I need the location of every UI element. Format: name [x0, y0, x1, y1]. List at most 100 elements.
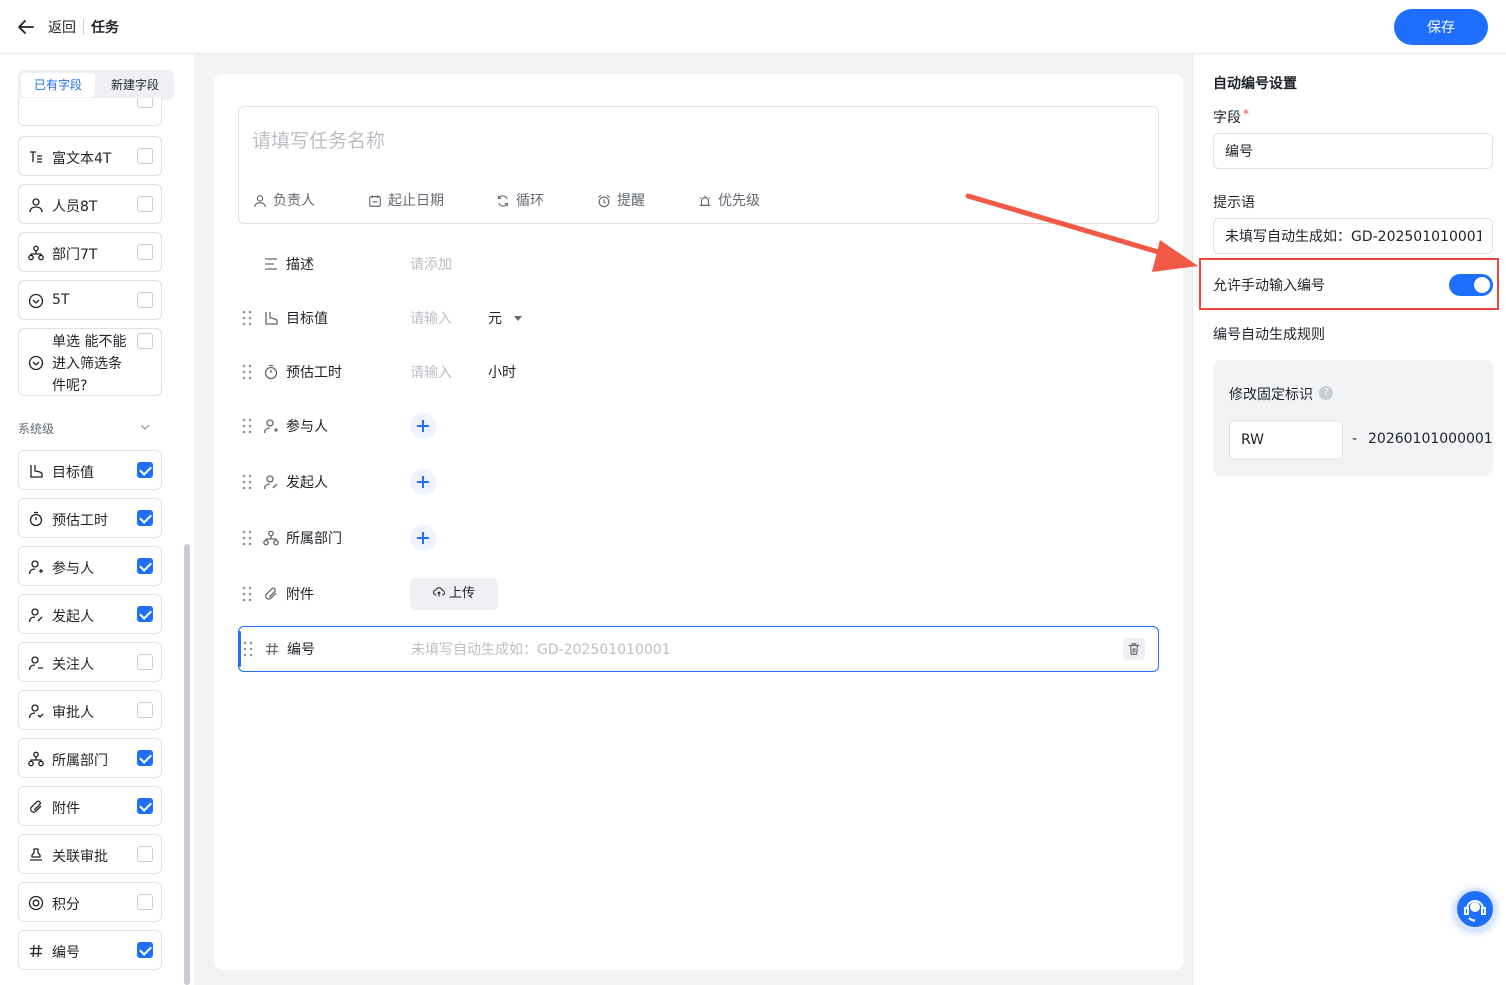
field-checkbox[interactable] — [137, 558, 153, 574]
attr-date-range[interactable]: 起止日期 — [368, 190, 444, 210]
stopwatch-icon — [29, 511, 43, 527]
delete-field-button[interactable] — [1123, 638, 1145, 660]
attr-label: 循环 — [516, 193, 544, 209]
hint-input[interactable] — [1213, 218, 1493, 254]
row-placeholder[interactable]: 未填写自动生成如：GD-202501010001 — [411, 639, 671, 659]
field-card-initiator[interactable]: 发起人 — [18, 594, 162, 634]
field-card-attachment[interactable]: 附件 — [18, 786, 162, 826]
drag-handle-icon[interactable] — [242, 364, 252, 380]
field-card-participants[interactable]: 参与人 — [18, 546, 162, 586]
row-placeholder[interactable]: 请添加 — [410, 254, 452, 274]
back-link[interactable]: 返回 — [48, 17, 76, 37]
add-initiator-button[interactable] — [410, 469, 436, 495]
row-label: 所属部门 — [286, 531, 342, 547]
hash-icon — [266, 642, 278, 656]
add-participant-button[interactable] — [410, 413, 436, 439]
drag-handle-icon[interactable] — [243, 641, 253, 657]
toggle-label: 允许手动输入编号 — [1213, 278, 1325, 294]
save-button[interactable]: 保存 — [1394, 9, 1488, 45]
serial-number-preview: 20260101000001 — [1368, 431, 1493, 447]
upload-button[interactable]: 上传 — [410, 578, 498, 610]
field-checkbox[interactable] — [137, 702, 153, 718]
org-chart-icon — [263, 530, 279, 546]
fixed-prefix-label: 修改固定标识 — [1229, 387, 1313, 403]
row-description[interactable]: 描述 请添加 — [238, 242, 1159, 286]
attr-reminder[interactable]: 提醒 — [597, 190, 645, 210]
field-card-department[interactable]: 部门7T — [18, 232, 162, 272]
field-checkbox[interactable] — [137, 894, 153, 910]
field-card-linked-approval[interactable]: 关联审批 — [18, 834, 162, 874]
person-edit-icon — [263, 475, 278, 490]
field-name-input[interactable] — [1213, 133, 1493, 169]
field-card-followers[interactable]: 关注人 — [18, 642, 162, 682]
person-check-icon — [28, 704, 44, 719]
person-edit-icon — [28, 608, 43, 623]
field-card-select[interactable]: 5T — [18, 280, 162, 320]
attr-assignee[interactable]: 负责人 — [253, 190, 315, 210]
row-placeholder[interactable]: 请输入 — [410, 362, 452, 382]
task-title-placeholder[interactable]: 请填写任务名称 — [252, 126, 385, 153]
field-checkbox[interactable] — [137, 196, 153, 212]
field-card-approver[interactable]: 审批人 — [18, 690, 162, 730]
field-card-single-select[interactable]: 单选 能不能进入筛选条件呢? — [18, 328, 162, 396]
help-icon[interactable]: ? — [1319, 386, 1333, 400]
drag-handle-icon[interactable] — [242, 418, 252, 434]
field-card-richtext[interactable]: 富文本4T — [18, 136, 162, 176]
drag-handle-icon[interactable] — [242, 530, 252, 546]
attr-priority[interactable]: 优先级 — [698, 190, 760, 210]
sidebar-scrollbar[interactable] — [184, 544, 190, 985]
row-placeholder[interactable]: 请输入 — [410, 308, 452, 328]
chevron-down-icon[interactable] — [140, 424, 150, 430]
manual-input-toggle-row: 允许手动输入编号 — [1199, 258, 1499, 310]
field-checkbox[interactable] — [137, 654, 153, 670]
allow-manual-input-toggle[interactable] — [1449, 274, 1493, 296]
attr-repeat[interactable]: 循环 — [496, 190, 544, 210]
field-checkbox[interactable] — [137, 798, 153, 814]
stamp-icon — [30, 848, 42, 861]
field-card-hours[interactable]: 预估工时 — [18, 498, 162, 538]
field-checkbox[interactable] — [137, 333, 153, 349]
row-number-selected[interactable]: 编号 未填写自动生成如：GD-202501010001 — [238, 626, 1159, 672]
field-checkbox[interactable] — [137, 462, 153, 478]
task-title-box[interactable]: 请填写任务名称 负责人 起止日期 循环 提醒 优先级 — [238, 106, 1159, 224]
row-attachment[interactable]: 附件 上传 — [238, 572, 1159, 616]
prefix-input[interactable] — [1229, 420, 1343, 460]
field-checkbox[interactable] — [137, 846, 153, 862]
back-arrow-icon[interactable] — [16, 17, 36, 37]
field-card-points[interactable]: 积分 — [18, 882, 162, 922]
row-estimated-hours[interactable]: 预估工时 请输入 小时 — [238, 350, 1159, 394]
field-label: 审批人 — [52, 705, 94, 721]
field-checkbox[interactable] — [137, 750, 153, 766]
field-checkbox[interactable] — [137, 606, 153, 622]
drag-handle-icon[interactable] — [242, 310, 252, 326]
unit-select[interactable]: 元 — [488, 308, 502, 328]
field-checkbox[interactable] — [137, 148, 153, 164]
field-label: 目标值 — [52, 465, 94, 481]
caret-down-icon[interactable] — [514, 316, 522, 322]
field-label: 编号 — [52, 945, 80, 961]
drag-handle-icon[interactable] — [242, 474, 252, 490]
row-department[interactable]: 所属部门 — [238, 516, 1159, 560]
row-participants[interactable]: 参与人 — [238, 404, 1159, 448]
field-card-target[interactable]: 目标值 — [18, 450, 162, 490]
text-lines-icon — [265, 258, 277, 270]
field-card-number[interactable]: 编号 — [18, 930, 162, 970]
support-chat-button[interactable] — [1454, 888, 1496, 930]
tab-new-field[interactable]: 新建字段 — [98, 73, 172, 97]
field-checkbox[interactable] — [137, 942, 153, 958]
field-checkbox[interactable] — [137, 244, 153, 260]
cloud-upload-icon — [433, 587, 445, 597]
row-target-value[interactable]: 目标值 请输入 元 — [238, 296, 1159, 340]
attr-label: 起止日期 — [388, 193, 444, 209]
field-card-person[interactable]: 人员8T — [18, 184, 162, 224]
drag-handle-icon[interactable] — [242, 586, 252, 602]
row-label: 描述 — [286, 257, 314, 273]
field-label: 人员8T — [52, 199, 98, 215]
field-checkbox[interactable] — [137, 510, 153, 526]
field-card-department-sys[interactable]: 所属部门 — [18, 738, 162, 778]
add-department-button[interactable] — [410, 525, 436, 551]
tab-existing-fields[interactable]: 已有字段 — [21, 73, 95, 97]
row-initiator[interactable]: 发起人 — [238, 460, 1159, 504]
calendar-icon — [369, 195, 381, 207]
field-checkbox[interactable] — [137, 292, 153, 308]
